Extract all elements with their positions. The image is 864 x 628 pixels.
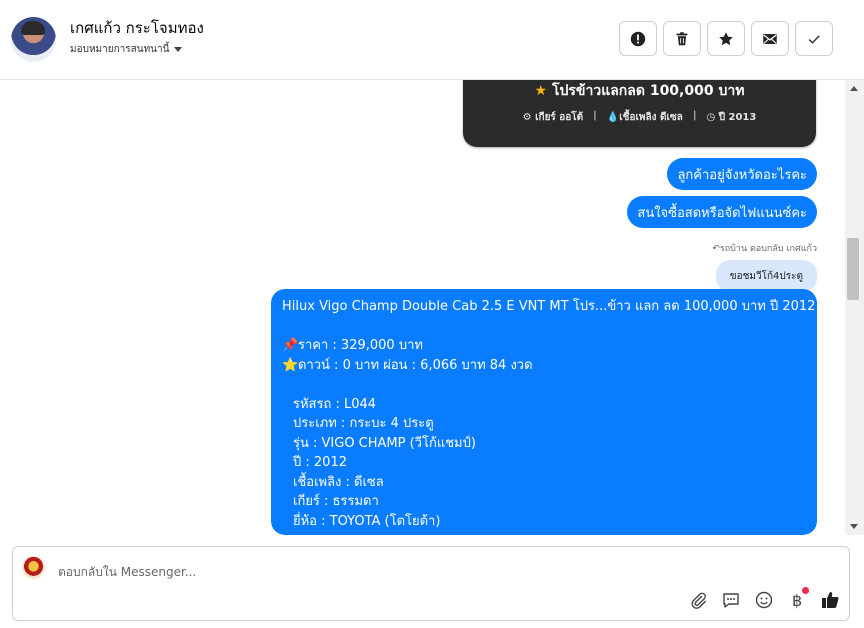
paperclip-icon [690,592,706,609]
composer-tools: ฿ [687,587,840,610]
listing-card[interactable]: ★ โปรข้าวแลกลด 100,000 บาท ⚙ เกียร์ ออโต… [463,80,816,147]
contact-avatar[interactable] [11,17,56,62]
mark-unread-button[interactable] [751,21,789,56]
svg-text:฿: ฿ [792,591,802,610]
reply-composer[interactable]: ตอบกลับใน Messenger... ฿ [12,546,850,621]
outgoing-message[interactable]: สนใจซื้อสดหรือจัดไฟแนนซ์คะ [627,196,817,228]
assign-conversation-dropdown[interactable]: มอบหมายการสนทนานี้ [70,42,183,57]
assign-label: มอบหมายการสนทนานี้ [70,44,170,55]
scroll-down-arrow[interactable] [850,524,858,529]
thumbs-up-icon [821,591,838,608]
star-emoji-icon: ⭐ [282,357,299,373]
header-actions [619,21,833,56]
reply-input[interactable]: ตอบกลับใน Messenger... [58,563,196,582]
star-button[interactable] [707,21,745,56]
divider: | [692,110,697,121]
chat-bubble-icon [722,592,739,608]
like-button[interactable] [819,589,840,610]
listing-price: 📌ราคา : 329,000 บาท [282,336,806,356]
divider: | [593,110,597,121]
star-icon [719,31,733,45]
card-fuel: 💧เชื้อเพลิง ดีเซล [606,112,683,123]
listing-gear: เกียร์ : ธรรมดา [293,494,379,509]
card-title: ★ โปรข้าวแลกลด 100,000 บาท [463,80,816,102]
outgoing-message-listing[interactable]: Hilux Vigo Champ Double Cab 2.5 E VNT MT… [271,289,817,535]
listing-year: ปี : 2012 [293,455,347,470]
done-button[interactable] [795,21,833,56]
thread-scrollbar[interactable] [845,80,864,535]
listing-fuel: เชื้อเพลิง : ดีเซล [293,474,384,490]
reply-indicator: ↶รถบ้าน ตอบกลับ เกศแก้ว [712,244,817,254]
report-button[interactable] [619,21,657,56]
card-title-text: โปรข้าวแลกลด 100,000 บาท [551,83,745,99]
star-icon: ★ [534,83,548,99]
envelope-icon [763,33,777,44]
reply-icon: ↶ [712,244,720,254]
page-avatar [22,556,45,579]
delete-button[interactable] [663,21,701,56]
scroll-thumb[interactable] [847,238,859,300]
outgoing-message[interactable]: ลูกค้าอยู่จังหวัดอะไรคะ [667,158,817,190]
notification-dot [802,587,809,594]
listing-down-payment: ⭐ดาวน์ : 0 บาท ผ่อน : 6,066 บาท 84 งวด [282,356,806,376]
card-gear: ⚙ เกียร์ ออโต้ [522,112,584,123]
listing-title: Hilux Vigo Champ Double Cab 2.5 E VNT MT… [282,299,816,314]
checkmark-icon [808,34,820,44]
card-specs: ⚙ เกียร์ ออโต้ | 💧เชื้อเพลิง ดีเซล | ◷ ป… [463,110,816,125]
listing-type: ประเภท : กระบะ 4 ประตู [293,416,434,431]
payment-button[interactable]: ฿ [786,587,809,610]
attach-button[interactable] [687,589,708,610]
scroll-up-arrow[interactable] [850,86,858,91]
listing-model: รุ่น : VIGO CHAMP (วีโก้แชมป์) [293,435,476,451]
listing-code: รหัสรถ : L044 [293,396,377,412]
exclamation-icon [630,31,646,46]
message-thread[interactable]: ★ โปรข้าวแลกลด 100,000 บาท ⚙ เกียร์ ออโต… [0,80,845,535]
contact-name[interactable]: เกศแก้ว กระโจมทอง [70,16,204,40]
saved-replies-button[interactable] [720,589,741,610]
quoted-message[interactable]: ขอชมวีโก้4ประตู [715,260,817,292]
smiley-icon [755,591,772,608]
conversation-header: เกศแก้ว กระโจมทอง มอบหมายการสนทนานี้ [0,0,864,80]
card-year: ◷ ปี 2013 [706,112,757,123]
listing-brand: ยี่ห้อ : TOYOTA (โตโยต้า) [293,513,441,529]
caret-down-icon [174,47,183,52]
emoji-button[interactable] [753,589,774,610]
pushpin-icon: 📌 [282,338,299,353]
trash-icon [676,31,688,45]
